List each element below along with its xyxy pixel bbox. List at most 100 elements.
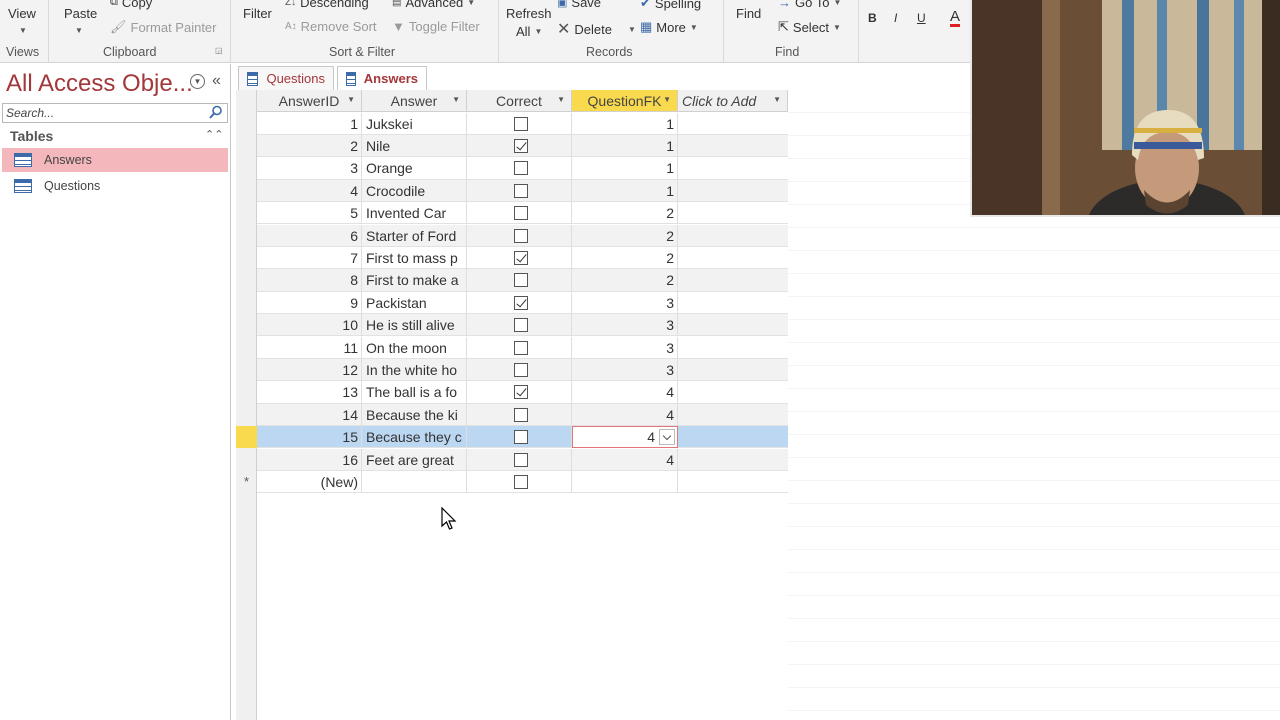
nav-pane-title[interactable]: All Access Obje... [6,70,193,98]
correct-cell[interactable] [467,470,572,493]
click-to-add-cell[interactable] [678,180,788,202]
answerid-cell[interactable]: 8 [257,269,362,292]
answerid-cell[interactable]: 12 [257,358,362,381]
record-selector[interactable] [236,359,257,381]
click-to-add-cell[interactable] [678,202,788,224]
record-selector[interactable] [236,225,257,247]
questionfk-cell[interactable]: 2 [572,246,678,269]
more-button[interactable]: ▦ More ▼ [640,19,698,35]
goto-button[interactable]: → Go To ▼ [778,0,841,10]
questionfk-cell[interactable]: 3 [572,314,678,337]
click-to-add-cell[interactable] [678,269,788,291]
table-row[interactable]: 7 First to mass p 2 [257,246,788,270]
correct-checkbox[interactable] [514,318,528,333]
advanced-button[interactable]: ▤ Advanced ▼ [392,0,475,10]
descending-button[interactable]: Z↓ Descending [285,0,369,10]
record-selector[interactable] [236,449,257,471]
nav-category-tables[interactable]: Tables [10,128,53,144]
click-to-add-cell[interactable] [678,381,788,403]
paste-dropdown-icon[interactable]: ▼ [75,26,83,35]
new-record-id-cell[interactable]: (New) [257,470,362,493]
answer-cell[interactable]: First to mass p [362,246,467,269]
chevron-down-icon[interactable]: ▼ [663,95,671,104]
copy-button[interactable]: ⧉ Copy [110,0,152,10]
questionfk-cell[interactable]: 4 [572,381,678,404]
click-to-add-cell[interactable] [678,157,788,179]
tab-questions[interactable]: Questions [238,66,334,90]
chevron-down-icon[interactable]: ▼ [773,95,781,104]
answer-cell[interactable]: Nile [362,134,467,157]
table-row[interactable]: 13 The ball is a fo 4 [257,381,788,404]
record-selector[interactable] [236,337,257,359]
correct-cell[interactable] [467,224,572,247]
answerid-cell[interactable]: 5 [257,202,362,225]
view-dropdown-icon[interactable]: ▼ [19,26,27,35]
record-selector[interactable] [236,113,257,135]
table-row[interactable]: 10 He is still alive 3 [257,314,788,337]
answer-cell[interactable]: On the moon [362,336,467,359]
correct-cell[interactable] [467,269,572,292]
remove-sort-button[interactable]: A↕ Remove Sort [285,19,377,34]
new-record-row[interactable]: (New) [257,470,788,494]
column-header-correct[interactable]: Correct ▼ [467,90,572,112]
correct-checkbox[interactable] [514,138,528,153]
font-color-button[interactable]: A [950,9,961,27]
table-row[interactable]: 11 On the moon 3 [257,336,788,359]
answer-cell[interactable]: Invented Car [362,202,467,225]
questionfk-cell[interactable]: 1 [572,157,678,180]
answer-cell[interactable]: Orange [362,157,467,180]
correct-cell[interactable] [467,134,572,157]
table-row[interactable]: 3 Orange 1 [257,157,788,180]
correct-checkbox[interactable] [514,295,528,310]
questionfk-cell[interactable]: 2 [572,269,678,292]
click-to-add-cell[interactable] [678,247,788,269]
click-to-add-cell[interactable] [678,292,788,314]
new-record-marker[interactable]: * [236,471,257,493]
answer-cell[interactable]: In the white ho [362,358,467,381]
table-row[interactable]: 6 Starter of Ford 2 [257,224,788,247]
answerid-cell[interactable]: 7 [257,246,362,269]
column-header-questionfk[interactable]: QuestionFK ▼ [572,90,678,112]
questionfk-cell[interactable]: 3 [572,291,678,314]
answerid-cell[interactable]: 4 [257,179,362,202]
questionfk-cell[interactable]: 4 [572,448,678,471]
correct-cell[interactable] [467,336,572,359]
answer-cell[interactable]: Crocodile [362,179,467,202]
table-row[interactable]: 4 Crocodile 1 [257,179,788,203]
table-row[interactable]: 12 In the white ho 3 [257,358,788,382]
answer-cell[interactable]: Because the ki [362,403,467,426]
correct-cell[interactable] [467,246,572,269]
questionfk-cell[interactable]: 1 [572,112,678,135]
correct-checkbox[interactable] [514,206,528,221]
table-row[interactable]: 16 Feet are great 4 [257,448,788,471]
answerid-cell[interactable]: 6 [257,224,362,247]
correct-cell[interactable] [467,381,572,404]
click-to-add-cell[interactable] [678,337,788,359]
record-selector[interactable] [236,157,257,179]
refresh-all-button[interactable]: Refresh [506,6,552,21]
click-to-add-cell[interactable] [678,404,788,426]
correct-checkbox[interactable] [514,474,528,489]
answer-cell[interactable]: Starter of Ford [362,224,467,247]
answer-cell[interactable] [362,470,467,493]
correct-checkbox[interactable] [514,452,528,467]
answerid-cell[interactable]: 13 [257,381,362,404]
nav-item-questions[interactable]: Questions [2,174,228,198]
answerid-cell[interactable]: 9 [257,291,362,314]
column-header-answer[interactable]: Answer ▼ [362,90,467,112]
toggle-filter-button[interactable]: ▼ Toggle Filter [392,19,480,34]
correct-cell[interactable] [467,403,572,426]
record-selector[interactable] [236,269,257,291]
record-selector[interactable] [236,381,257,403]
nav-menu-dropdown-icon[interactable]: ▼ [190,74,205,89]
correct-checkbox[interactable] [514,385,528,400]
table-row[interactable]: 8 First to make a 2 [257,269,788,292]
correct-checkbox[interactable] [514,116,528,131]
nav-item-answers[interactable]: Answers [2,148,228,172]
filter-button[interactable]: Filter [243,6,272,21]
search-icon[interactable] [209,105,223,119]
correct-checkbox[interactable] [514,228,528,243]
shutter-bar-collapse-icon[interactable]: « [212,72,221,90]
click-to-add-cell[interactable] [678,426,788,448]
correct-checkbox[interactable] [514,430,528,445]
